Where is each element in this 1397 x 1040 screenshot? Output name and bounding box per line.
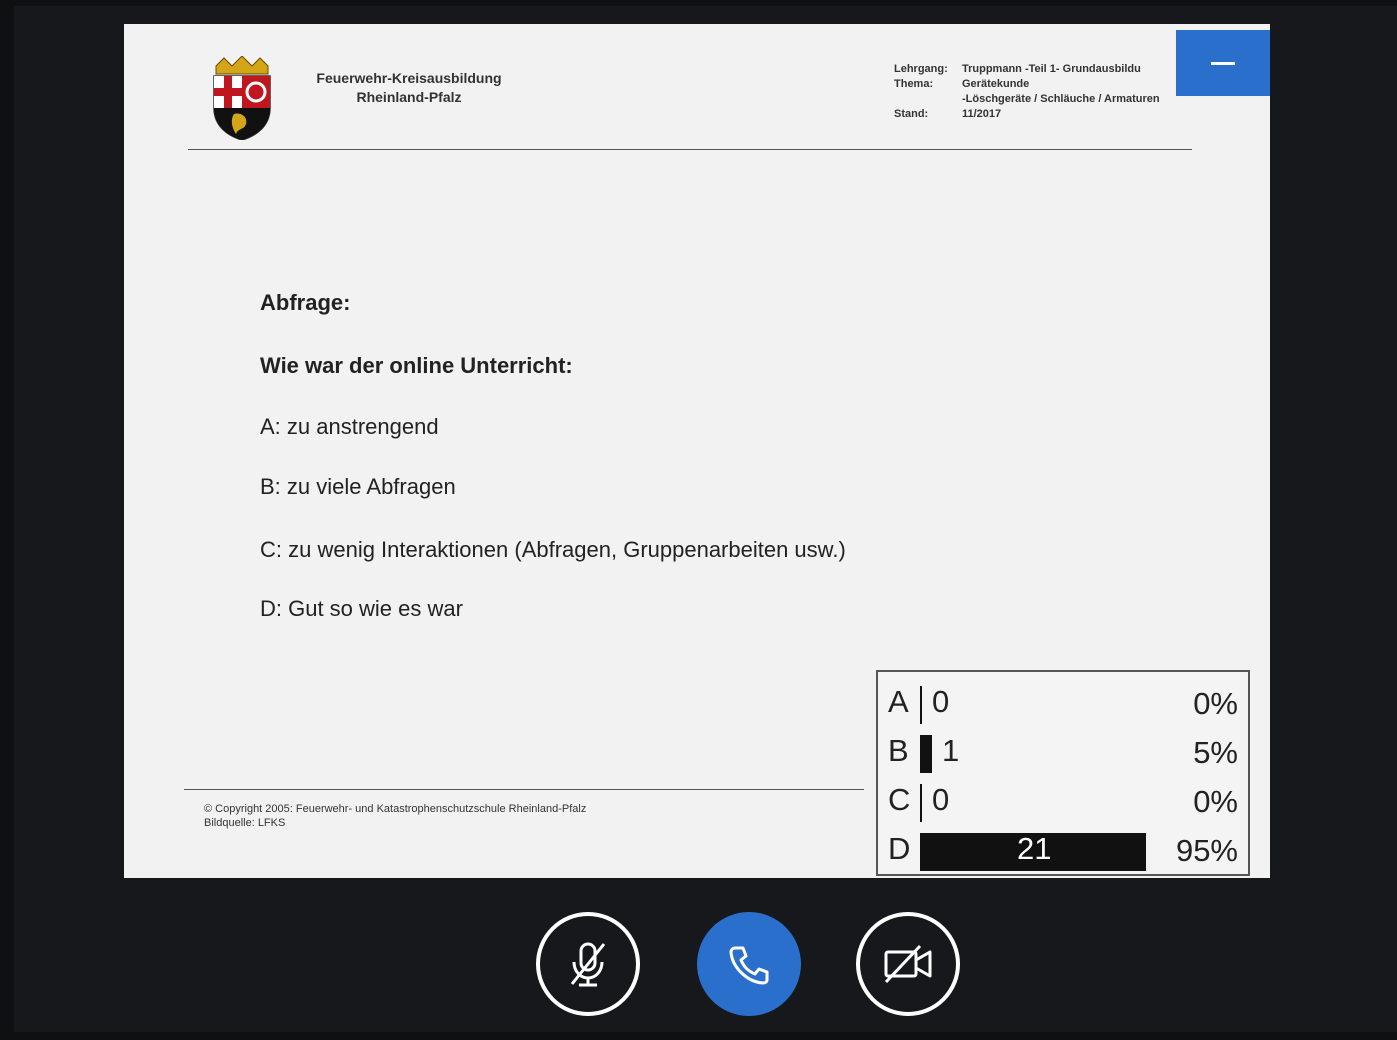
poll-results-panel: A 0 0% B 1 5% C 0 0% D 21 95% bbox=[876, 670, 1250, 876]
poll-percent: 95% bbox=[1175, 833, 1238, 868]
org-line-2: Rheinland-Pfalz bbox=[356, 89, 462, 105]
poll-percent: 0% bbox=[1193, 784, 1238, 819]
poll-label: A bbox=[888, 684, 909, 719]
option-c: C: zu wenig Interaktionen (Abfragen, Gru… bbox=[260, 537, 846, 562]
meta-value: -Löschgeräte / Schläuche / Armaturen bbox=[962, 93, 1160, 105]
presentation-screen: Feuerwehr-Kreisausbildung Rheinland-Pfal… bbox=[14, 6, 1397, 1032]
meta-key: Lehrgang: bbox=[894, 63, 948, 75]
minimize-icon bbox=[1211, 62, 1235, 65]
meta-row: Thema: Gerätekunde bbox=[894, 77, 1160, 92]
meta-key: Thema: bbox=[894, 78, 934, 90]
poll-label: D bbox=[888, 831, 911, 866]
microphone-muted-icon bbox=[570, 942, 606, 987]
poll-row-a: A 0 0% bbox=[888, 678, 1238, 724]
poll-count: 21 bbox=[1017, 831, 1052, 866]
option-b: B: zu viele Abfragen bbox=[260, 474, 456, 499]
poll-percent: 5% bbox=[1193, 735, 1238, 770]
poll-label: B bbox=[888, 733, 909, 768]
image-source: Bildquelle: LFKS bbox=[204, 817, 286, 829]
meta-value: Truppmann -Teil 1- Grundausbildu bbox=[962, 63, 1141, 75]
meta-key: Stand: bbox=[894, 108, 929, 120]
poll-count: 1 bbox=[942, 733, 960, 768]
meta-value: 11/2017 bbox=[962, 108, 1002, 120]
meta-row: -Löschgeräte / Schläuche / Armaturen bbox=[894, 92, 1160, 107]
poll-bar bbox=[920, 784, 922, 822]
poll-count: 0 bbox=[932, 684, 950, 719]
org-line-1: Feuerwehr-Kreisausbildung bbox=[316, 70, 502, 86]
poll-row-d: D 21 95% bbox=[888, 825, 1238, 871]
hang-up-button[interactable] bbox=[697, 912, 801, 1016]
minimize-presentation-button[interactable] bbox=[1176, 30, 1270, 96]
option-a: A: zu anstrengend bbox=[260, 414, 439, 439]
video-button[interactable] bbox=[856, 912, 960, 1016]
organization-name: Feuerwehr-Kreisausbildung Rheinland-Pfal… bbox=[294, 69, 524, 107]
copyright: © Copyright 2005: Feuerwehr- und Katastr… bbox=[204, 802, 586, 830]
copyright-line: © Copyright 2005: Feuerwehr- und Katastr… bbox=[204, 803, 587, 815]
slide-heading: Abfrage: bbox=[260, 290, 351, 315]
option-d: D: Gut so wie es war bbox=[260, 596, 463, 621]
meta-value: Gerätekunde bbox=[962, 78, 1030, 90]
poll-count: 0 bbox=[932, 782, 950, 817]
course-meta: Lehrgang: Truppmann -Teil 1- Grundausbild… bbox=[894, 62, 1160, 122]
meta-row: Stand: 11/2017 bbox=[894, 107, 1160, 122]
poll-bar bbox=[920, 735, 932, 773]
phone-icon bbox=[729, 946, 769, 985]
meta-row: Lehrgang: Truppmann -Teil 1- Grundausbild… bbox=[894, 62, 1160, 77]
poll-row-b: B 1 5% bbox=[888, 727, 1238, 773]
mute-button[interactable] bbox=[536, 912, 640, 1016]
poll-bar bbox=[920, 686, 922, 724]
poll-label: C bbox=[888, 782, 911, 817]
poll-row-c: C 0 0% bbox=[888, 776, 1238, 822]
header-divider bbox=[188, 149, 1192, 150]
coat-of-arms-icon bbox=[213, 56, 271, 140]
footer-divider bbox=[184, 789, 864, 790]
video-off-icon bbox=[884, 944, 932, 984]
poll-question: Wie war der online Unterricht: bbox=[260, 353, 573, 378]
call-controls bbox=[14, 906, 1397, 1026]
poll-percent: 0% bbox=[1193, 686, 1238, 721]
